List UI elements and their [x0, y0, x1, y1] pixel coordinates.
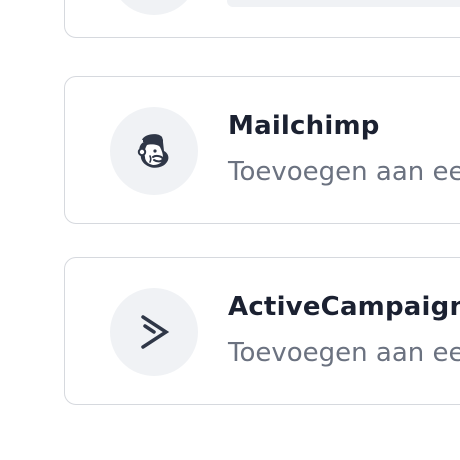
integration-title: ActiveCampaign [228, 292, 460, 322]
integration-title: Mailchimp [228, 111, 380, 141]
integration-description: Toevoegen aan ee [228, 338, 460, 368]
integration-icon-background [110, 0, 198, 15]
integrations-list: Mailchimp Toevoegen aan ee ActiveCampaig… [0, 0, 460, 460]
activecampaign-icon [141, 315, 170, 349]
mailchimp-icon-background [110, 107, 198, 195]
activecampaign-icon-background [110, 288, 198, 376]
mailchimp-icon [137, 134, 169, 168]
integration-description: Toevoegen aan ee [228, 157, 460, 187]
integration-card-activecampaign[interactable]: ActiveCampaign Toevoegen aan ee [64, 257, 460, 405]
integration-card-mailchimp[interactable]: Mailchimp Toevoegen aan ee [64, 76, 460, 224]
integration-card-partial[interactable] [64, 0, 460, 38]
integration-description-placeholder [227, 0, 460, 7]
